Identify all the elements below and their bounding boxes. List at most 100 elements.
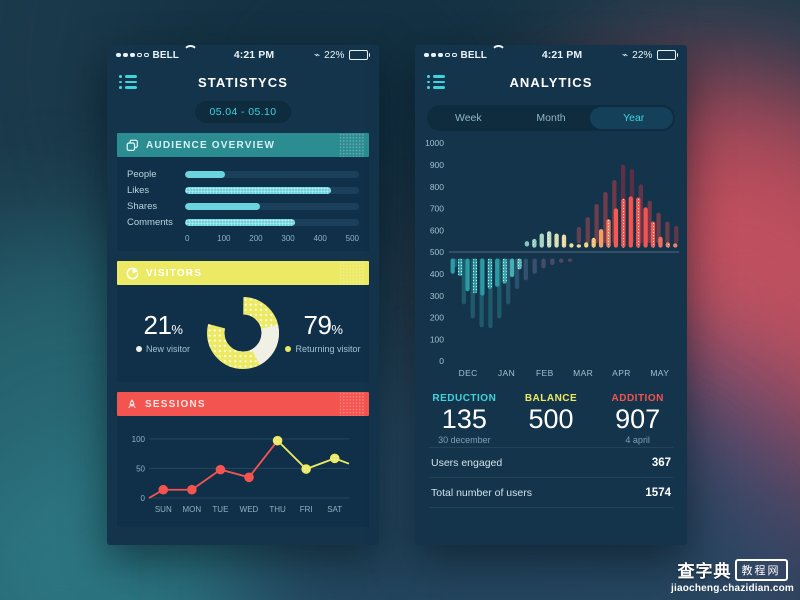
axis-tick-label: APR [612,368,631,378]
app-header-left: STATISTYCS [107,65,379,99]
page-title: ANALYTICS [509,74,593,90]
range-bar-front [665,242,671,248]
battery-icon [656,50,678,60]
header-dot-pattern [339,261,365,285]
screenshot-canvas: BELL 4:21 PM ⌁ 22% STATISTYCS 05.04 - 05… [0,0,800,600]
card-header-audience[interactable]: AUDIENCE OVERVIEW [117,133,369,157]
axis-tick-label: SAT [327,505,342,514]
date-range-pill[interactable]: 05.04 - 05.10 [195,101,291,123]
card-header-visitors[interactable]: VISITORS [117,261,369,285]
status-right: ⌁ 22% [314,50,370,61]
axis-tick-label: MON [183,505,202,514]
kv-value: 1574 [645,486,671,499]
stat-balance: BALANCE 500 [508,393,595,445]
carrier-label: BELL [152,49,180,61]
axis-tick-label: 0 [439,356,444,366]
axis-tick-label: 0 [141,494,146,503]
stat-subtitle: 4 april [625,435,650,446]
audience-bar-list: People Likes Shares Comments [127,166,359,230]
bluetooth-icon: ⌁ [314,49,321,61]
range-bar-front [643,207,648,248]
axis-tick-label: 0 [185,234,190,243]
status-left: BELL [424,50,502,61]
audience-bar-fill [185,170,226,178]
axis-tick-label: 800 [430,182,444,192]
period-segmented-control: Week Month Year [427,105,675,131]
stat-title: ADDITION [611,393,664,404]
visitors-new-percent: 21% [143,310,183,341]
visitors-returning-block: 79% Returning visitor [285,310,361,355]
tab-year[interactable]: Year [592,105,675,131]
kv-row-users-engaged: Users engaged 367 [415,448,687,477]
legend-swatch-new [135,346,142,353]
card-body-visitors: 21% New visitor 79% Returning visitor [117,285,369,382]
axis-tick-label: 100 [132,435,146,444]
range-bar-back [550,258,555,266]
status-right: ⌁ 22% [622,50,678,61]
range-bar-front [636,197,641,248]
wifi-icon [491,51,502,60]
axis-tick-label: 300 [281,234,295,243]
range-bar-back [665,221,670,244]
range-bar-back [576,226,582,244]
range-bar-front [457,258,463,276]
kv-label: Users engaged [431,456,503,469]
status-bar-right: BELL 4:21 PM ⌁ 22% [415,45,687,65]
app-header-right: ANALYTICS [415,65,687,99]
tab-month[interactable]: Month [510,105,593,131]
range-bar-front [517,258,522,270]
audience-bar-track [185,186,359,194]
stat-value: 500 [528,404,574,434]
axis-tick-label: MAR [573,368,593,378]
range-bar-front [465,258,470,292]
range-bar-front [606,219,611,248]
legend-swatch-returning [285,346,292,353]
range-bar-back [541,258,546,269]
visitors-returning-label: Returning visitor [295,344,361,355]
axis-tick-label: 200 [430,313,444,323]
battery-icon [348,50,370,60]
card-title-audience: AUDIENCE OVERVIEW [146,139,276,151]
range-bar-back [674,225,679,244]
range-bar-back [523,258,528,281]
rocket-icon [128,398,136,408]
audience-bar-label: Shares [127,200,158,212]
sessions-line-chart: 0 50 100 SUN MON TUE WED THU FRI SAT [132,435,350,514]
range-bar-front [584,242,589,248]
data-point [244,472,254,483]
axis-tick-label: SUN [155,505,172,514]
summary-stats-row: REDUCTION 135 30 december BALANCE 500 AD… [415,383,687,447]
card-visitors: VISITORS 21% New visitor 79% Returning v… [117,261,369,382]
stat-reduction: REDUCTION 135 30 december [421,393,508,445]
audience-bar-fill [185,218,295,226]
axis-tick-label: FRI [300,505,313,514]
phone-analytics: BELL 4:21 PM ⌁ 22% ANALYTICS Week Month … [415,45,687,545]
axis-tick-label: 400 [313,234,327,243]
axis-tick-label: WED [240,505,259,514]
status-bar-left: BELL 4:21 PM ⌁ 22% [107,45,379,65]
stat-value: 907 [615,404,661,434]
kv-label: Total number of users [431,486,532,499]
card-audience-overview: AUDIENCE OVERVIEW People Likes Shares Comme… [117,133,369,251]
signal-dots-icon [424,52,457,58]
audience-bar-row: Comments [127,214,359,230]
axis-tick-label: 100 [217,234,231,243]
audience-bar-track [185,170,359,178]
card-header-sessions[interactable]: SESSIONS [117,392,369,416]
data-point [158,484,169,495]
audience-bar-track [185,218,359,226]
list-menu-icon[interactable] [427,75,445,89]
status-left: BELL [116,50,194,61]
audience-bar-fill [185,186,332,194]
axis-tick-label: JAN [498,368,515,378]
card-title-visitors: VISITORS [146,267,203,279]
visitors-new-legend: New visitor [125,344,201,355]
tab-week[interactable]: Week [427,105,510,131]
divider [429,507,673,509]
range-bar-front [472,258,478,294]
axis-tick-label: 300 [430,291,444,301]
audience-bar-row: People [127,166,359,182]
range-bar-back [567,258,573,262]
data-point [272,435,283,446]
list-menu-icon[interactable] [119,75,137,89]
